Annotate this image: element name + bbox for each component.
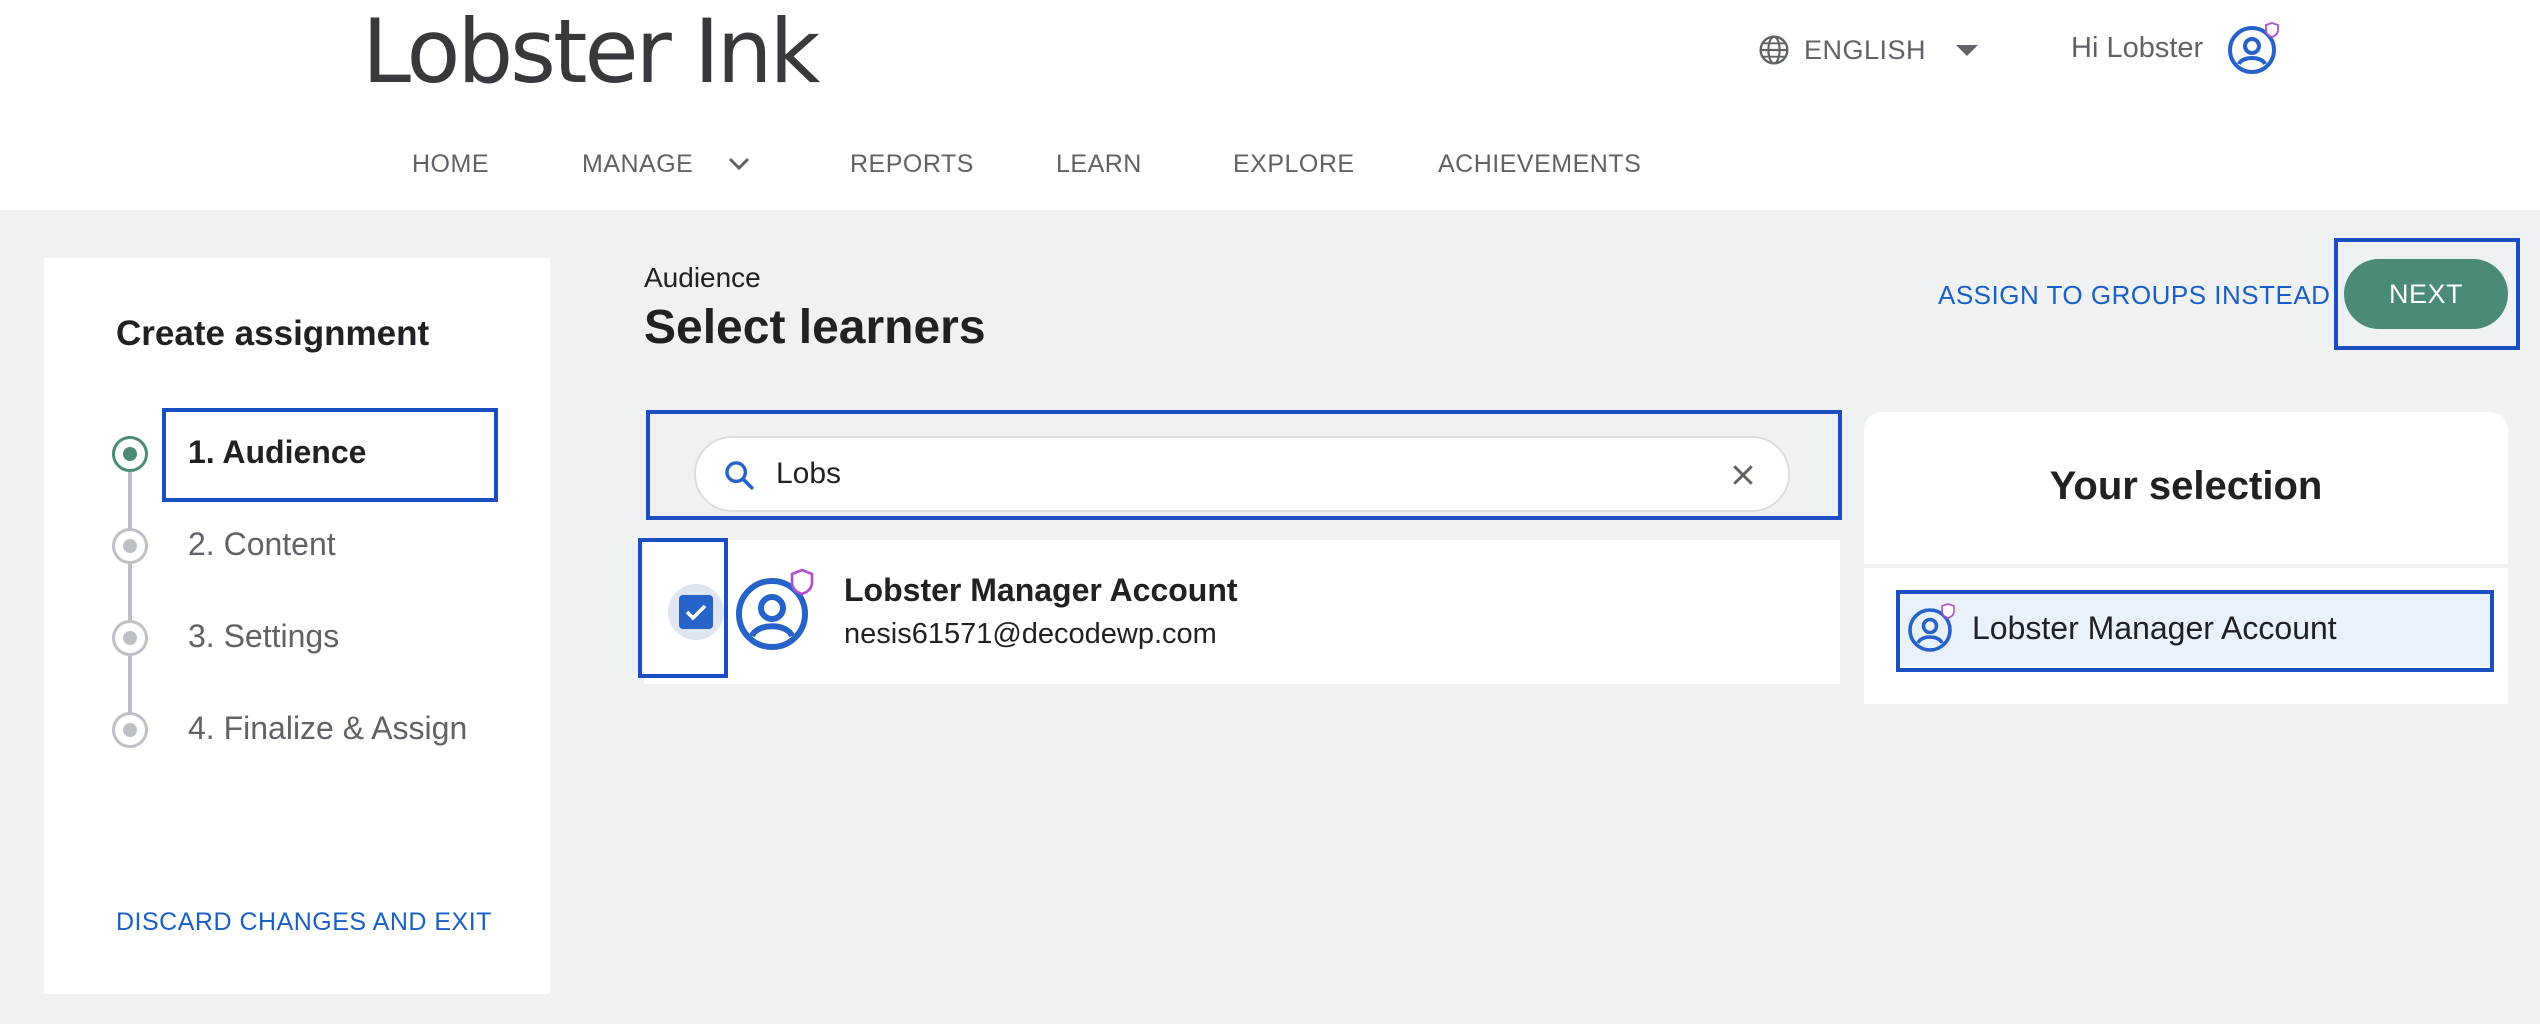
learner-name: Lobster Manager Account <box>844 572 1238 608</box>
step-connector <box>128 656 132 714</box>
step-indicator-audience <box>112 436 148 472</box>
step-indicator-settings <box>112 620 148 656</box>
user-greeting: Hi Lobster <box>2071 32 2204 64</box>
list-item[interactable]: Lobster Manager Account nesis61571@decod… <box>644 540 1840 684</box>
language-label: ENGLISH <box>1804 34 1927 65</box>
nav-reports[interactable]: REPORTS <box>850 150 974 179</box>
nav-manage[interactable]: MANAGE <box>582 150 693 179</box>
assign-to-groups-link[interactable]: ASSIGN TO GROUPS INSTEAD <box>1938 280 2330 311</box>
step-settings[interactable]: 3. Settings <box>188 618 339 655</box>
user-admin-avatar-icon <box>736 568 814 650</box>
top-header: Lobster Ink ENGLISH Hi Lobster HOME MANA… <box>0 0 2540 210</box>
checkbox-highlight <box>638 538 728 678</box>
breadcrumb: Audience <box>644 262 761 293</box>
learner-email: nesis61571@decodewp.com <box>844 618 1217 650</box>
globe-icon <box>1759 35 1789 65</box>
divider <box>1864 564 2508 568</box>
next-button[interactable]: NEXT <box>2344 259 2508 329</box>
step-audience[interactable]: 1. Audience <box>188 434 366 471</box>
assignment-sidebar: Create assignment 1. Audience 2. Content… <box>44 258 550 994</box>
user-avatar-icon[interactable] <box>2226 20 2282 76</box>
step-connector <box>128 564 132 622</box>
chip-highlight <box>1896 590 2494 672</box>
page-title: Select learners <box>644 301 986 354</box>
nav-explore[interactable]: EXPLORE <box>1233 150 1355 179</box>
step-finalize-assign[interactable]: 4. Finalize & Assign <box>188 710 467 747</box>
language-selector[interactable]: ENGLISH <box>1758 30 1979 70</box>
selection-panel: Your selection Lobster Manager Account <box>1864 412 2508 704</box>
step-connector <box>128 472 132 530</box>
search-highlight <box>646 410 1842 520</box>
step-indicator-content <box>112 528 148 564</box>
nav-home[interactable]: HOME <box>412 150 489 179</box>
nav-achievements[interactable]: ACHIEVEMENTS <box>1438 150 1641 179</box>
step-indicator-finalize <box>112 712 148 748</box>
caret-down-icon <box>1956 44 1979 56</box>
lobster-ink-logo[interactable]: Lobster Ink <box>362 8 821 96</box>
discard-changes-link[interactable]: DISCARD CHANGES AND EXIT <box>116 908 492 937</box>
selection-title: Your selection <box>2049 464 2323 508</box>
chevron-down-icon[interactable] <box>726 154 752 174</box>
step-content[interactable]: 2. Content <box>188 526 336 563</box>
sidebar-title: Create assignment <box>116 314 430 353</box>
nav-learn[interactable]: LEARN <box>1056 150 1142 179</box>
